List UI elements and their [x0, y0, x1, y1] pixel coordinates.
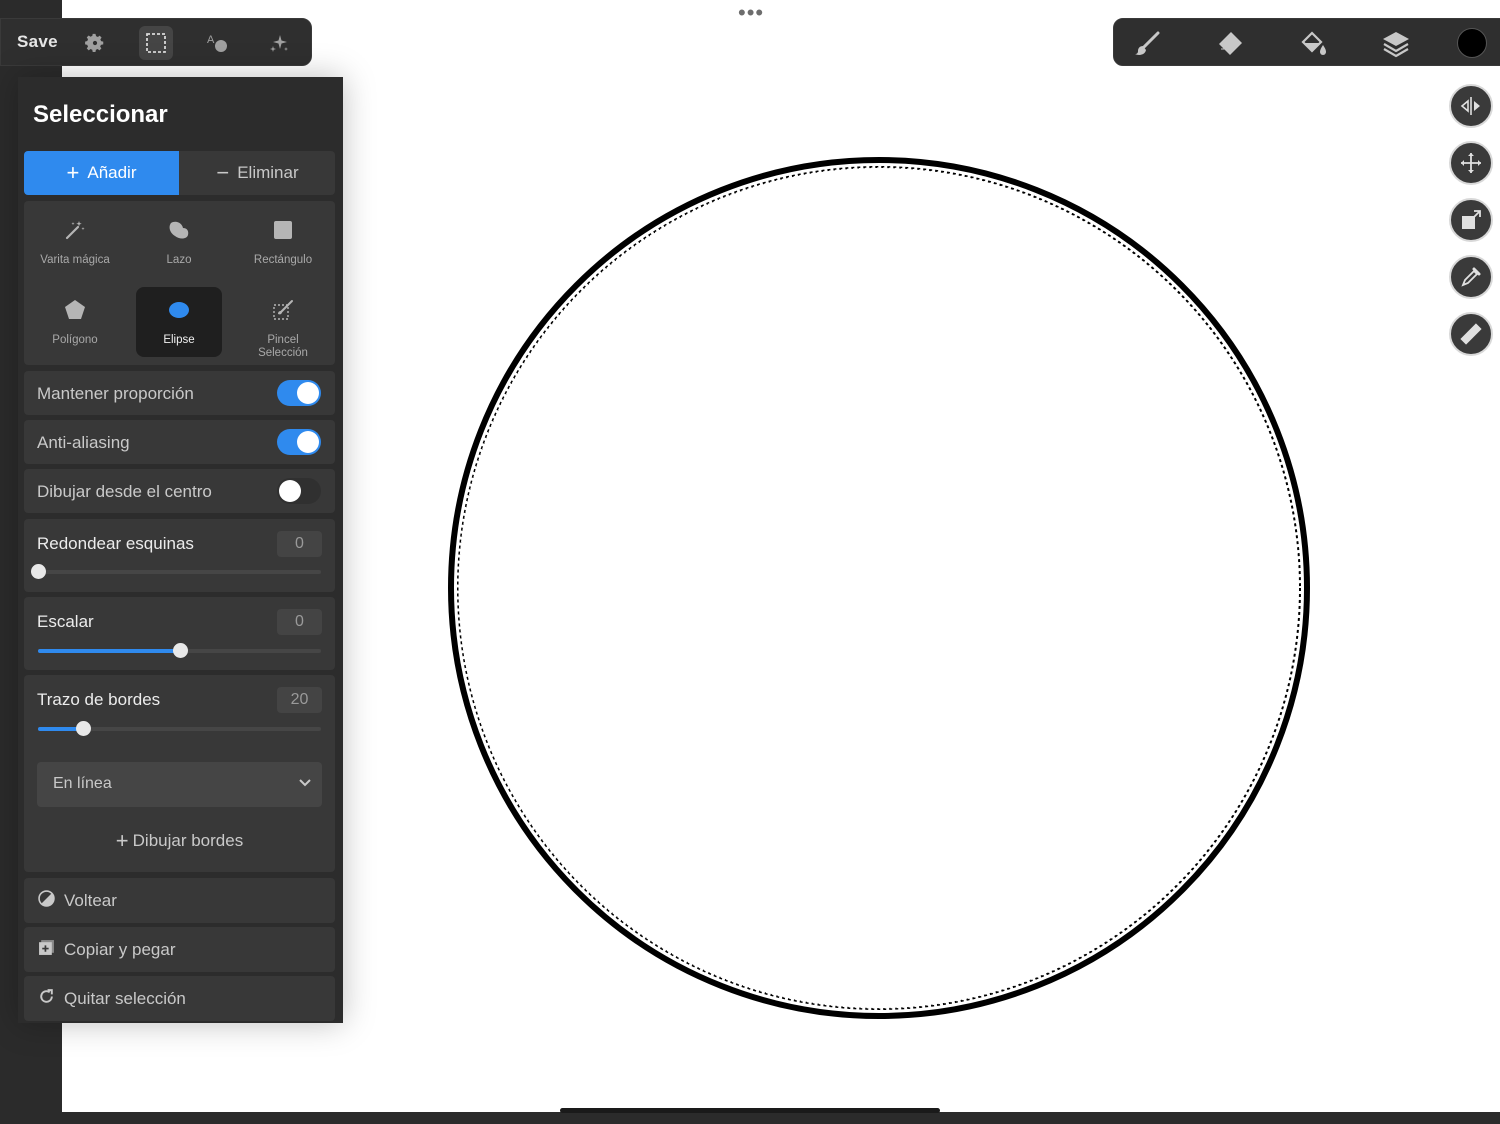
layers-icon[interactable] [1379, 27, 1413, 61]
tool-selection-brush[interactable]: Pincel Selección [240, 287, 326, 359]
brush-icon[interactable] [1130, 27, 1164, 61]
tool-label: Rectángulo [253, 254, 313, 266]
transform-icon[interactable] [1449, 198, 1493, 242]
slider-row-round-corners: Redondear esquinas 0 [24, 519, 335, 592]
round-corners-value[interactable]: 0 [277, 531, 322, 557]
magic-wand-icon [64, 219, 86, 246]
svg-text:A: A [207, 34, 215, 46]
flip-button[interactable]: Voltear [24, 878, 335, 923]
fill-bucket-icon[interactable] [1296, 27, 1330, 61]
toggle-row-keep-ratio: Mantener proporción [24, 371, 335, 415]
clear-selection-button[interactable]: Quitar selección [24, 976, 335, 1021]
scale-value[interactable]: 0 [277, 609, 322, 635]
slider-label: Redondear esquinas [37, 534, 194, 553]
gear-icon[interactable] [78, 26, 112, 60]
slider-row-scale: Escalar 0 [24, 597, 335, 670]
action-label: Quitar selección [64, 988, 186, 1008]
color-swatch[interactable] [1457, 28, 1487, 58]
tool-label: Elipse [163, 334, 195, 346]
home-indicator [560, 1108, 940, 1113]
from-center-toggle[interactable] [277, 478, 321, 504]
shapes-text-icon[interactable]: A [201, 26, 235, 60]
chevron-down-icon [298, 776, 312, 795]
polygon-icon [64, 299, 86, 326]
remove-mode-button[interactable]: − Eliminar [180, 151, 335, 195]
tool-label: Pincel Selección [258, 334, 308, 359]
ellipse-icon [168, 299, 190, 326]
copy-paste-icon [38, 939, 55, 961]
toggle-label: Mantener proporción [37, 384, 194, 403]
ellipse-selection [448, 157, 1310, 1019]
draw-borders-label: Dibujar bordes [132, 831, 244, 850]
tool-label: Polígono [52, 334, 98, 346]
selection-brush-icon [272, 299, 294, 326]
remove-mode-label: Eliminar [237, 163, 299, 182]
tool-polygon[interactable]: Polígono [32, 287, 118, 357]
toggle-row-anti-aliasing: Anti-aliasing [24, 420, 335, 464]
draw-borders-button[interactable]: + Dibujar bordes [24, 828, 335, 853]
slider-row-stroke: Trazo de bordes 20 En línea + Dibujar bo… [24, 675, 335, 872]
tool-ellipse[interactable]: Elipse [136, 287, 222, 357]
move-icon[interactable] [1449, 141, 1493, 185]
flip-icon [38, 889, 55, 912]
tool-lasso[interactable]: Lazo [136, 207, 222, 277]
tool-label: Varita mágica [40, 254, 110, 266]
scale-slider[interactable] [38, 643, 321, 658]
slider-label: Trazo de bordes [37, 690, 161, 709]
minus-icon: − [216, 160, 230, 185]
add-mode-label: Añadir [87, 163, 137, 182]
stroke-type-dropdown[interactable]: En línea [37, 762, 322, 807]
top-right-toolbar [1113, 18, 1500, 66]
copy-paste-button[interactable]: Copiar y pegar [24, 927, 335, 972]
tool-magic-wand[interactable]: Varita mágica [32, 207, 118, 277]
more-dots-icon[interactable]: ••• [738, 2, 764, 24]
slider-thumb[interactable] [76, 721, 92, 736]
toggle-row-from-center: Dibujar desde el centro [24, 469, 335, 513]
anti-aliasing-toggle[interactable] [277, 429, 321, 455]
slider-thumb[interactable] [31, 564, 46, 579]
tool-label: Lazo [166, 254, 192, 266]
slider-fill [38, 649, 180, 653]
eraser-icon[interactable] [1213, 27, 1247, 61]
tool-rectangle[interactable]: Rectángulo [240, 207, 326, 277]
toggle-label: Dibujar desde el centro [37, 482, 212, 501]
dropdown-value: En línea [53, 775, 112, 792]
rectangle-icon [272, 219, 294, 246]
add-mode-button[interactable]: + Añadir [24, 151, 179, 195]
plus-icon: + [66, 160, 80, 185]
stroke-slider[interactable] [38, 721, 321, 736]
eyedropper-icon[interactable] [1449, 255, 1493, 299]
toggle-label: Anti-aliasing [37, 433, 130, 452]
panel-title: Seleccionar [33, 101, 168, 128]
action-label: Copiar y pegar [64, 939, 176, 959]
top-left-toolbar: Save A [0, 18, 312, 66]
selection-tools-grid: Varita mágica Lazo Rectángulo Polígono E… [24, 201, 335, 365]
selection-mode-control: + Añadir − Eliminar [24, 151, 335, 195]
save-button[interactable]: Save [17, 32, 58, 52]
ruler-icon[interactable] [1449, 312, 1493, 356]
slider-thumb[interactable] [172, 643, 188, 658]
select-panel: Seleccionar + Añadir − Eliminar Varita m… [18, 77, 343, 1023]
clear-selection-icon [38, 988, 55, 1010]
keep-ratio-toggle[interactable] [277, 380, 321, 406]
slider-label: Escalar [37, 612, 94, 631]
selection-icon[interactable] [139, 26, 173, 60]
mirror-icon[interactable] [1449, 84, 1493, 128]
action-label: Voltear [64, 890, 117, 910]
sparkle-icon[interactable] [262, 26, 296, 60]
lasso-icon [168, 219, 190, 246]
stroke-value[interactable]: 20 [277, 687, 322, 713]
round-corners-slider[interactable] [31, 564, 321, 579]
plus-icon: + [115, 828, 129, 853]
